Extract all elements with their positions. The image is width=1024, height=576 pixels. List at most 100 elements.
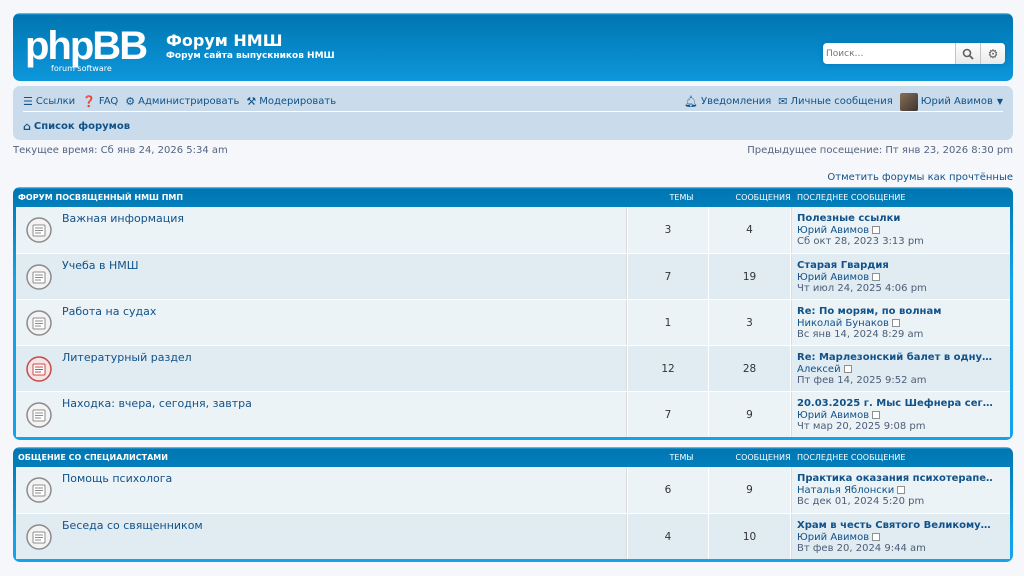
search-icon bbox=[962, 48, 974, 60]
last-post-author-link[interactable]: Николай Бунаков bbox=[797, 318, 889, 329]
nav-faq-label: FAQ bbox=[98, 96, 119, 107]
nav-admin-label: Администрировать bbox=[138, 96, 240, 107]
home-icon: ⌂ bbox=[23, 119, 31, 133]
goto-post-icon[interactable] bbox=[843, 364, 852, 373]
forum-posts-count: 9 bbox=[709, 392, 792, 437]
nav-user-name: Юрий Авимов bbox=[920, 96, 993, 107]
goto-post-icon[interactable] bbox=[872, 410, 881, 419]
logo-text: phpBB bbox=[25, 25, 147, 68]
avatar bbox=[899, 92, 918, 111]
search-input[interactable] bbox=[823, 43, 955, 64]
breadcrumb: ⌂ Список форумов bbox=[23, 116, 1003, 136]
forum-title-link[interactable]: Работа на судах bbox=[62, 305, 156, 318]
mark-forums-read-link[interactable]: Отметить форумы как прочтённые bbox=[827, 172, 1013, 183]
forum-title-link[interactable]: Важная информация bbox=[62, 212, 184, 225]
breadcrumb-home[interactable]: ⌂ Список форумов bbox=[23, 120, 130, 133]
advanced-search-button[interactable]: ⚙ bbox=[980, 43, 1005, 64]
last-post-title-link[interactable]: Храм в честь Святого Великому… bbox=[797, 520, 991, 532]
category-header: Форум посвященный НМШ ПМП Темы Сообщения… bbox=[16, 187, 1010, 207]
last-post-author-link[interactable]: Юрий Авимов bbox=[797, 532, 869, 543]
nav-notifications[interactable]: 🔔︎ Уведомления bbox=[684, 95, 771, 108]
cogs-icon: ⚙ bbox=[125, 95, 136, 108]
last-visit-time: Предыдущее посещение: Пт янв 23, 2026 8:… bbox=[747, 145, 1013, 156]
forum-topics-count: 4 bbox=[626, 514, 709, 559]
category-name[interactable]: Форум посвященный НМШ ПМП bbox=[18, 193, 183, 202]
last-post-author-line: Алексей bbox=[797, 364, 992, 376]
column-posts: Сообщения bbox=[735, 452, 791, 462]
goto-post-icon[interactable] bbox=[872, 532, 881, 541]
goto-post-icon[interactable] bbox=[897, 485, 906, 494]
last-post-author-link[interactable]: Алексей bbox=[797, 364, 841, 375]
column-last-post: Последнее сообщение bbox=[797, 452, 906, 462]
forum-read-icon bbox=[26, 524, 52, 550]
forum-posts-count: 10 bbox=[709, 514, 792, 559]
nav-links[interactable]: ☰ Ссылки bbox=[23, 95, 75, 108]
last-post-title-link[interactable]: Re: По морям, по волнам bbox=[797, 306, 941, 318]
forum-row: Беседа со священником 4 10 Храм в честь Свя… bbox=[16, 513, 1010, 559]
forum-last-post: Практика оказания психотерапе… Наталья Яб… bbox=[797, 473, 992, 508]
last-post-title-link[interactable]: Практика оказания психотерапе… bbox=[797, 473, 992, 485]
last-post-author-line: Наталья Яблонски bbox=[797, 485, 992, 497]
forum-title-link[interactable]: Помощь психолога bbox=[62, 472, 172, 485]
last-post-date: Чт июл 24, 2025 4:06 pm bbox=[797, 283, 927, 294]
inbox-icon: ✉ bbox=[778, 95, 788, 108]
forum-posts-count: 9 bbox=[709, 467, 792, 513]
forum-title-link[interactable]: Находка: вчера, сегодня, завтра bbox=[62, 397, 252, 410]
last-post-date: Чт мар 20, 2025 9:08 pm bbox=[797, 421, 926, 432]
nav-messages-label: Личные сообщения bbox=[790, 96, 893, 107]
forum-row: Важная информация 3 4 Полезные ссылки Юрий А… bbox=[16, 207, 1010, 253]
nav-moderate[interactable]: ⚒ Модерировать bbox=[246, 95, 336, 108]
last-post-date: Сб окт 28, 2023 3:13 pm bbox=[797, 236, 924, 247]
forum-last-post: Re: Марлезонский балет в одну… Алексей Пт … bbox=[797, 352, 992, 387]
nav-messages[interactable]: ✉ Личные сообщения bbox=[778, 95, 892, 108]
forum-row: Учеба в НМШ 7 19 Старая Гвардия Юрий Авимов Ч… bbox=[16, 253, 1010, 299]
site-title[interactable]: Форум НМШ bbox=[166, 31, 282, 50]
bell-icon: 🔔︎ bbox=[684, 95, 698, 108]
last-post-author-line: Юрий Авимов bbox=[797, 225, 924, 237]
forum-last-post: 20.03.2025 г. Мыс Шефнера сег… Юрий Авимо… bbox=[797, 398, 992, 433]
gavel-icon: ⚒ bbox=[246, 95, 257, 108]
goto-post-icon[interactable] bbox=[872, 225, 881, 234]
last-post-author-link[interactable]: Юрий Авимов bbox=[797, 225, 869, 236]
forum-title-link[interactable]: Литературный раздел bbox=[62, 351, 192, 364]
forum-last-post: Старая Гвардия Юрий Авимов Чт июл 24, 2025… bbox=[797, 260, 927, 295]
category-name[interactable]: Общение со специалистами bbox=[18, 453, 168, 462]
forum-read-icon bbox=[26, 310, 52, 336]
last-post-author-line: Юрий Авимов bbox=[797, 272, 927, 284]
last-post-author-line: Юрий Авимов bbox=[797, 410, 992, 422]
forum-topics-count: 6 bbox=[626, 467, 709, 513]
last-post-title-link[interactable]: Полезные ссылки bbox=[797, 213, 924, 225]
forum-posts-count: 4 bbox=[709, 207, 792, 253]
last-post-title-link[interactable]: Старая Гвардия bbox=[797, 260, 927, 272]
last-post-date: Вт фев 20, 2024 9:44 am bbox=[797, 543, 926, 554]
goto-post-icon[interactable] bbox=[872, 272, 881, 281]
site-header: phpBB forum software Форум НМШ Форум сай… bbox=[13, 13, 1013, 81]
last-post-author-link[interactable]: Юрий Авимов bbox=[797, 410, 869, 421]
last-post-author-line: Юрий Авимов bbox=[797, 532, 991, 544]
search-button[interactable] bbox=[955, 43, 980, 64]
last-post-author-link[interactable]: Наталья Яблонски bbox=[797, 485, 894, 496]
caret-down-icon: ▼ bbox=[996, 97, 1003, 106]
forum-topics-count: 7 bbox=[626, 392, 709, 437]
last-post-author-link[interactable]: Юрий Авимов bbox=[797, 272, 869, 283]
nav-moderate-label: Модерировать bbox=[259, 96, 337, 107]
goto-post-icon[interactable] bbox=[891, 318, 900, 327]
nav-admin[interactable]: ⚙ Администрировать bbox=[125, 95, 239, 108]
nav-faq[interactable]: ❓ FAQ bbox=[82, 95, 118, 108]
forum-title-link[interactable]: Беседа со священником bbox=[62, 519, 203, 532]
nav-notifications-label: Уведомления bbox=[700, 96, 772, 107]
last-post-title-link[interactable]: 20.03.2025 г. Мыс Шефнера сег… bbox=[797, 398, 992, 410]
nav-main-row: ☰ Ссылки ❓ FAQ ⚙ Администрировать ⚒ Моде… bbox=[23, 92, 1003, 112]
forum-read-icon bbox=[26, 402, 52, 428]
column-topics: Темы bbox=[669, 452, 694, 462]
forum-title-link[interactable]: Учеба в НМШ bbox=[62, 259, 139, 272]
nav-user-menu[interactable]: Юрий Авимов ▼ bbox=[899, 92, 1003, 111]
forum-topics-count: 7 bbox=[626, 254, 709, 299]
forum-row: Работа на судах 1 3 Re: По морям, по волнам… bbox=[16, 299, 1010, 345]
last-post-title-link[interactable]: Re: Марлезонский балет в одну… bbox=[797, 352, 992, 364]
forum-last-post: Re: По морям, по волнам Николай Бунаков Вс… bbox=[797, 306, 941, 341]
forum-topics-count: 12 bbox=[626, 346, 709, 391]
column-last-post: Последнее сообщение bbox=[797, 192, 906, 202]
last-post-author-line: Николай Бунаков bbox=[797, 318, 941, 330]
phpbb-logo[interactable]: phpBB forum software bbox=[25, 25, 161, 73]
